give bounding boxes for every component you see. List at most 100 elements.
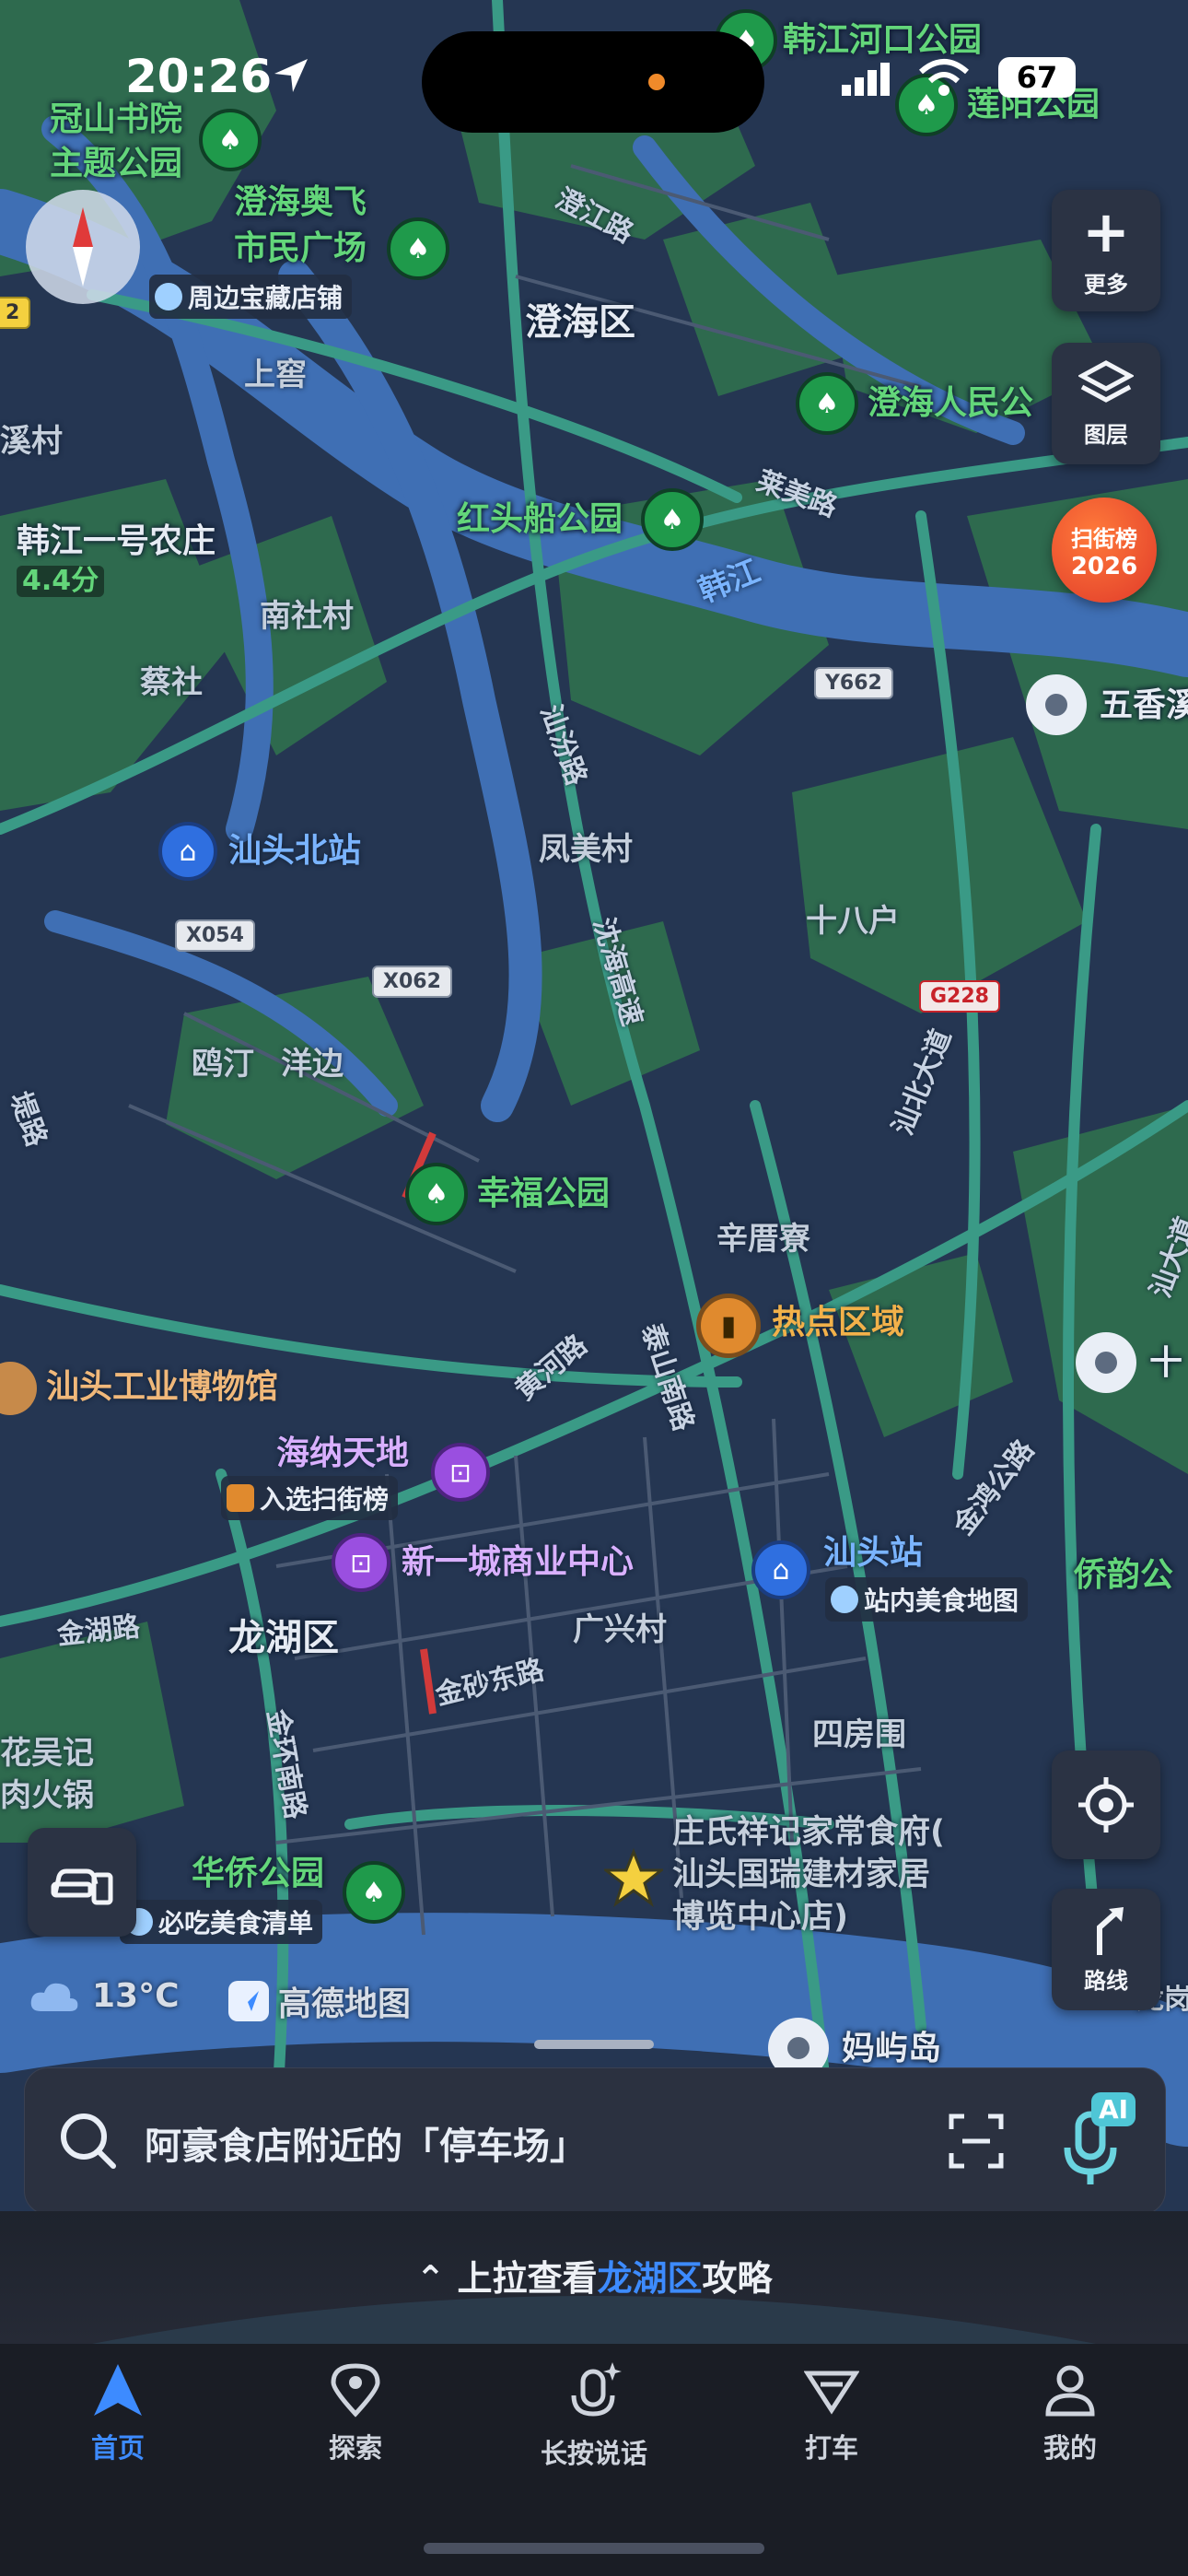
route-arrow-icon xyxy=(1097,1906,1124,1955)
route-button[interactable]: 路线 xyxy=(1052,1889,1160,2010)
car-mode-button[interactable] xyxy=(28,1828,136,1937)
park-pin-icon[interactable]: ♠ xyxy=(405,1163,468,1225)
village-label: 上窖 xyxy=(244,357,307,393)
road-shield: X062 xyxy=(372,966,452,998)
village-label: 广兴村 xyxy=(573,1611,667,1648)
village-label: 南社村 xyxy=(260,598,354,635)
sheet-drag-handle[interactable] xyxy=(534,2040,654,2049)
scan-icon[interactable] xyxy=(948,2113,1005,2170)
restaurant-label-line2[interactable]: 汕头国瑞建材家居 xyxy=(672,1859,930,1891)
treasure-shops-tag[interactable]: 周边宝藏店铺 xyxy=(149,275,353,319)
map-canvas[interactable]: 澄海区 龙湖区 上窖 南社村 蔡社 凤美村 十八户 鸥汀 洋边 辛厝寮 广兴村 … xyxy=(0,0,1188,2303)
train-station-icon[interactable]: ⌂ xyxy=(158,822,217,881)
poi-label-huowuji-line1[interactable]: 花吴记 xyxy=(0,1738,94,1769)
hotspot-icon[interactable]: ▮ xyxy=(696,1294,761,1358)
tag-label: 周边宝藏店铺 xyxy=(188,283,344,313)
ai-voice-button[interactable]: AI xyxy=(1060,2092,1143,2190)
district-label-longhu: 龙湖区 xyxy=(228,1617,339,1659)
home-indicator xyxy=(424,2543,764,2554)
park-label-huaqiao[interactable]: 华侨公园 xyxy=(192,1857,324,1891)
station-label-shantou[interactable]: 汕头站 xyxy=(823,1537,923,1570)
park-label-aofei-line1[interactable]: 澄海奥飞 xyxy=(234,186,367,219)
road-shield: G228 xyxy=(919,980,1000,1013)
avatar-icon xyxy=(831,1586,858,1613)
navigation-arrow-icon xyxy=(94,2364,142,2416)
eat-list-tag[interactable]: 必吃美食清单 xyxy=(120,1900,323,1944)
poi-label-wuxiang[interactable]: 五香溪 xyxy=(1100,689,1188,722)
tab-label: 打车 xyxy=(804,2432,858,2464)
chevron-up-icon: ⌃ xyxy=(415,2258,458,2299)
battery-indicator: 67 xyxy=(998,57,1076,98)
park-label-xingfu[interactable]: 幸福公园 xyxy=(477,1177,610,1211)
car-phone-icon xyxy=(51,1868,113,1905)
indicator-dot xyxy=(648,74,665,90)
layers-icon xyxy=(1078,359,1134,403)
pull-up-district: 龙湖区 xyxy=(597,2258,703,2299)
district-label-chenghai: 澄海区 xyxy=(525,301,635,344)
avatar-icon xyxy=(155,283,182,310)
tab-taxi[interactable]: 打车 xyxy=(740,2362,924,2465)
shopping-label-haina[interactable]: 海纳天地 xyxy=(276,1437,409,1470)
brand-name: 高德地图 xyxy=(278,1985,412,2023)
shopping-bag-icon[interactable]: ⊡ xyxy=(332,1533,390,1592)
train-station-icon[interactable]: ⌂ xyxy=(751,1540,810,1599)
tag-label: 站内美食地图 xyxy=(864,1586,1019,1616)
shopping-label-xinyicheng[interactable]: 新一城商业中心 xyxy=(402,1546,634,1579)
tab-explore[interactable]: 探索 xyxy=(263,2362,448,2465)
station-label-shantou-north[interactable]: 汕头北站 xyxy=(228,835,361,868)
poi-label-farm[interactable]: 韩江一号农庄 xyxy=(17,525,215,558)
tab-home[interactable]: 首页 xyxy=(26,2362,210,2465)
park-label-guanshan-line2[interactable]: 主题公园 xyxy=(50,147,182,181)
poi-label-museum[interactable]: 汕头工业博物馆 xyxy=(46,1371,278,1404)
microphone-sparkle-icon xyxy=(571,2362,622,2417)
park-pin-icon[interactable]: ♠ xyxy=(343,1861,405,1924)
search-bar[interactable]: 阿豪食店附近的「停车场」 AI xyxy=(24,2067,1166,2215)
tab-label: 我的 xyxy=(1042,2432,1097,2464)
restaurant-label-line1[interactable]: 庄氏祥记家常食府( xyxy=(672,1817,945,1849)
shopping-bag-icon[interactable]: ⊡ xyxy=(431,1443,490,1502)
location-pin-icon[interactable] xyxy=(1026,674,1087,735)
park-label-chenghai-people[interactable]: 澄海人民公 xyxy=(868,387,1033,420)
food-map-tag[interactable]: 站内美食地图 xyxy=(825,1577,1029,1622)
tab-profile[interactable]: 我的 xyxy=(978,2362,1162,2465)
scan-rank-button[interactable]: 扫街榜 2026 xyxy=(1052,498,1157,603)
tab-voice[interactable]: 长按说话 xyxy=(502,2362,686,2471)
scan-list-tag[interactable]: 入选扫街榜 xyxy=(221,1476,399,1520)
more-button[interactable]: + 更多 xyxy=(1052,190,1160,311)
layers-label: 图层 xyxy=(1084,421,1128,448)
village-label: 四房围 xyxy=(812,1716,906,1753)
tab-label: 探索 xyxy=(328,2432,382,2464)
poi-label-mayu[interactable]: 妈屿岛 xyxy=(842,2032,941,2066)
park-label-hongtouchuan[interactable]: 红头船公园 xyxy=(457,503,623,536)
hotspot-label[interactable]: 热点区域 xyxy=(772,1306,904,1340)
park-label-aofei-line2[interactable]: 市民广场 xyxy=(234,232,367,265)
brand-logo: 高德地图 xyxy=(228,1977,411,2025)
star-restaurant-icon[interactable] xyxy=(601,1847,666,1907)
pull-up-suffix: 攻略 xyxy=(702,2258,773,2299)
village-label: 洋边 xyxy=(281,1046,344,1083)
poi-label-shi[interactable]: 十 xyxy=(1149,1347,1182,1380)
locate-me-button[interactable] xyxy=(1052,1751,1160,1859)
status-bar: 20:26 67 xyxy=(0,0,1188,138)
plus-icon: + xyxy=(1082,197,1130,265)
location-pin-icon[interactable] xyxy=(1076,1332,1136,1393)
pull-up-hint[interactable]: ⌃ 上拉查看龙湖区攻略 xyxy=(0,2211,1188,2344)
search-input[interactable]: 阿豪食店附近的「停车场」 xyxy=(145,2116,587,2170)
park-pin-icon[interactable]: ♠ xyxy=(641,488,704,551)
poi-label-huowuji-line2[interactable]: 肉火锅 xyxy=(0,1780,94,1811)
tab-label: 首页 xyxy=(90,2432,145,2464)
park-pin-icon[interactable]: ♠ xyxy=(796,372,858,435)
compass-icon[interactable] xyxy=(26,190,140,304)
tab-label: 长按说话 xyxy=(540,2438,647,2469)
wifi-icon xyxy=(919,59,969,96)
layers-button[interactable]: 图层 xyxy=(1052,343,1160,464)
park-label-qiaoyun[interactable]: 侨韵公 xyxy=(1074,1559,1173,1592)
badge-icon xyxy=(227,1484,254,1512)
scan-rank-label: 扫街榜 xyxy=(1071,525,1137,552)
park-pin-icon[interactable]: ♠ xyxy=(387,217,449,280)
village-label: 辛厝寮 xyxy=(716,1221,810,1258)
poi-rating: 4.4分 xyxy=(17,566,105,597)
weather-widget: 13°C xyxy=(28,1977,180,2015)
restaurant-label-line3[interactable]: 博览中心店) xyxy=(672,1902,848,1934)
more-label: 更多 xyxy=(1084,271,1128,298)
